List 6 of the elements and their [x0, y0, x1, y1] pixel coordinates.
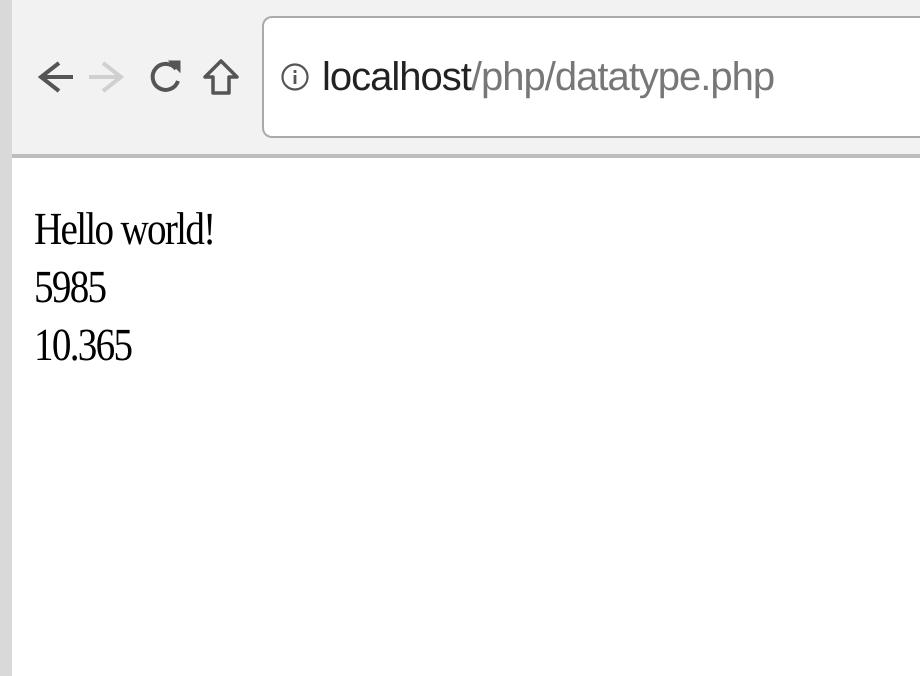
output-line: 5985 — [34, 260, 106, 314]
url-text: localhost/php/datatype.php — [322, 54, 774, 100]
output-line: Hello world! — [34, 202, 214, 256]
output-line: 10.365 — [34, 318, 132, 372]
info-icon[interactable] — [280, 62, 310, 92]
address-bar[interactable]: localhost/php/datatype.php — [262, 16, 920, 138]
